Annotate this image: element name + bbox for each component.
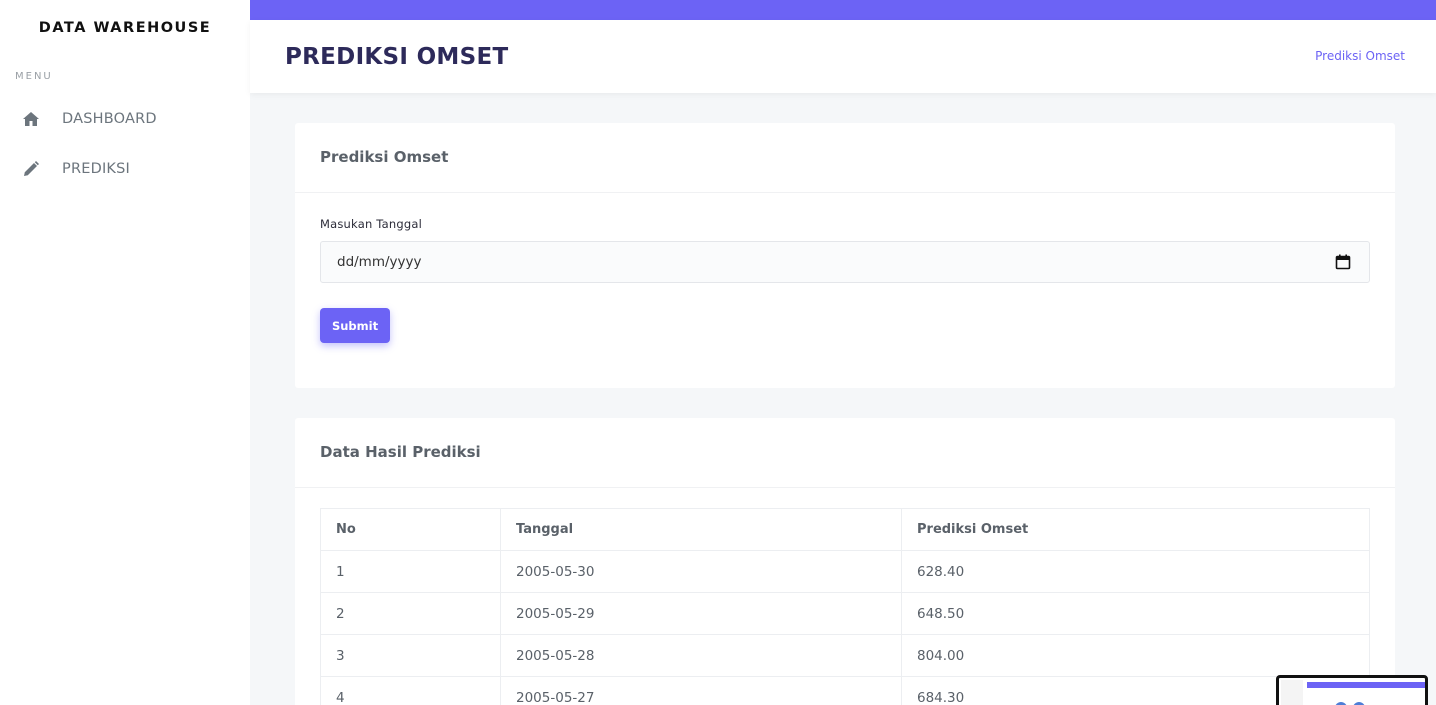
- cell-tanggal: 2005-05-30: [500, 550, 902, 593]
- home-icon: [22, 110, 40, 128]
- cell-prediksi: 628.40: [901, 550, 1370, 593]
- breadcrumb[interactable]: Prediksi Omset: [1315, 49, 1405, 63]
- table-row: 2 2005-05-29 648.50: [320, 592, 1370, 635]
- calendar-icon[interactable]: [1335, 254, 1351, 270]
- table-header-row: No Tanggal Prediksi Omset: [320, 508, 1370, 551]
- sidebar-item-dashboard[interactable]: DASHBOARD: [0, 100, 250, 140]
- cell-prediksi: 804.00: [901, 634, 1370, 677]
- column-header-tanggal: Tanggal: [500, 508, 902, 551]
- card-title: Prediksi Omset: [320, 148, 449, 166]
- thumbnail-topbar: [1307, 682, 1425, 688]
- cell-no: 1: [320, 550, 501, 593]
- screen-preview-thumbnail[interactable]: [1276, 675, 1428, 705]
- divider: [295, 487, 1395, 488]
- page-title: PREDIKSI OMSET: [285, 44, 509, 70]
- thumbnail-sidebar: [1281, 680, 1303, 705]
- card-title: Data Hasil Prediksi: [320, 443, 481, 461]
- brand-title: DATA WAREHOUSE: [38, 20, 212, 36]
- table-row: 4 2005-05-27 684.30: [320, 676, 1370, 705]
- cell-tanggal: 2005-05-29: [500, 592, 902, 635]
- cell-no: 2: [320, 592, 501, 635]
- date-input[interactable]: dd/mm/yyyy: [320, 241, 1370, 283]
- sidebar-item-prediksi[interactable]: PREDIKSI: [0, 150, 250, 190]
- cell-prediksi: 648.50: [901, 592, 1370, 635]
- cell-no: 3: [320, 634, 501, 677]
- date-input-placeholder: dd/mm/yyyy: [337, 254, 422, 270]
- prediction-form-card: Prediksi Omset Masukan Tanggal dd/mm/yyy…: [295, 123, 1395, 388]
- sidebar: DATA WAREHOUSE MENU DASHBOARD PREDIKSI: [0, 0, 250, 705]
- submit-button[interactable]: Submit: [320, 308, 390, 343]
- column-header-no: No: [320, 508, 501, 551]
- divider: [295, 192, 1395, 193]
- column-header-prediksi: Prediksi Omset: [901, 508, 1370, 551]
- date-field-label: Masukan Tanggal: [320, 217, 422, 231]
- prediction-table: No Tanggal Prediksi Omset 1 2005-05-30 6…: [320, 508, 1370, 705]
- cell-tanggal: 2005-05-27: [500, 676, 902, 705]
- cell-tanggal: 2005-05-28: [500, 634, 902, 677]
- cell-no: 4: [320, 676, 501, 705]
- pencil-icon: [22, 160, 40, 178]
- table-row: 3 2005-05-28 804.00: [320, 634, 1370, 677]
- prediction-result-card: Data Hasil Prediksi No Tanggal Prediksi …: [295, 418, 1395, 705]
- menu-label: MENU: [15, 71, 53, 82]
- sidebar-item-label: PREDIKSI: [62, 161, 131, 177]
- top-bar: [250, 0, 1436, 20]
- table-row: 1 2005-05-30 628.40: [320, 550, 1370, 593]
- sidebar-item-label: DASHBOARD: [62, 111, 157, 127]
- page-header: PREDIKSI OMSET Prediksi Omset: [250, 20, 1436, 93]
